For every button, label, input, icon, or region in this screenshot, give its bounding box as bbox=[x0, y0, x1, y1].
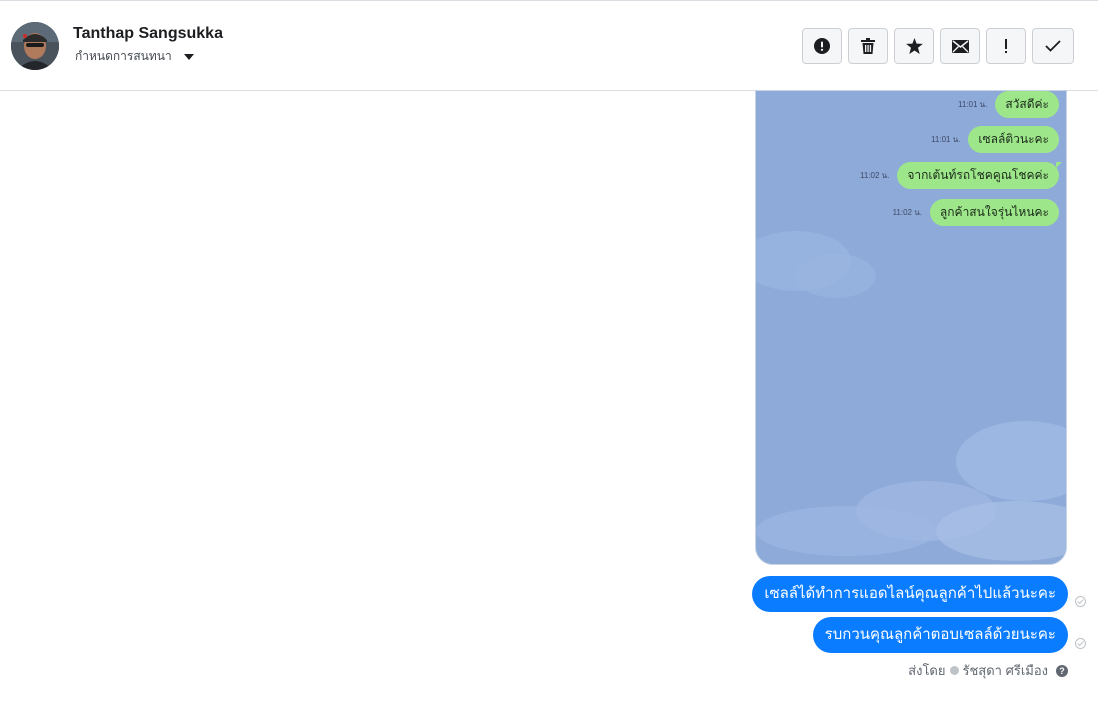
seen-check-icon bbox=[1075, 638, 1086, 649]
sender-name: รัชสุดา ศรีเมือง bbox=[962, 663, 1049, 678]
sent-by-label: ส่งโดย bbox=[908, 663, 946, 678]
done-button[interactable] bbox=[1032, 28, 1074, 64]
avatar[interactable] bbox=[11, 22, 59, 70]
sent-by-info: ส่งโดย รัชสุดา ศรีเมือง ? bbox=[908, 660, 1068, 681]
message-bubble: จากเต้นท์รถโชคคูณโชคค่ะ bbox=[897, 162, 1062, 189]
message-bubble: ลูกค้าสนใจรุ่นไหนคะ bbox=[929, 199, 1059, 226]
help-icon[interactable]: ? bbox=[1056, 664, 1068, 677]
assign-conversation-dropdown[interactable]: กำหนดการสนทนา bbox=[75, 47, 194, 66]
action-toolbar bbox=[802, 28, 1074, 64]
line-message: 11:01 น. สวัสดีค่ะ bbox=[958, 91, 1059, 118]
spam-button[interactable] bbox=[802, 28, 842, 64]
verified-icon bbox=[949, 666, 959, 675]
alert-circle-icon bbox=[814, 38, 830, 54]
envelope-icon bbox=[951, 39, 969, 53]
message-time: 11:01 น. bbox=[958, 100, 988, 109]
line-chat-screenshot[interactable]: 11:01 น. สวัสดีค่ะ 11:01 น. เซลล์ติวนะคะ… bbox=[755, 90, 1067, 565]
message-time: 11:02 น. bbox=[892, 208, 922, 217]
chevron-down-icon bbox=[183, 54, 194, 60]
line-message: 11:02 น. จากเต้นท์รถโชคคูณโชคค่ะ bbox=[860, 162, 1062, 189]
conversation-header: Tanthap Sangsukka กำหนดการสนทนา bbox=[0, 1, 1098, 91]
contact-name[interactable]: Tanthap Sangsukka bbox=[73, 25, 223, 43]
message-time: 11:01 น. bbox=[931, 135, 961, 144]
mark-unread-button[interactable] bbox=[940, 28, 980, 64]
seen-check-icon bbox=[1075, 596, 1086, 607]
trash-icon bbox=[861, 38, 875, 54]
line-message: 11:01 น. เซลล์ติวนะคะ bbox=[931, 126, 1059, 153]
message-bubble: เซลล์ติวนะคะ bbox=[968, 126, 1059, 153]
star-icon bbox=[905, 38, 923, 54]
exclamation-icon bbox=[1005, 39, 1007, 53]
follow-up-button[interactable] bbox=[986, 28, 1026, 64]
outgoing-message[interactable]: รบกวนคุณลูกค้าตอบเซลล์ด้วยนะคะ bbox=[812, 617, 1068, 653]
star-button[interactable] bbox=[894, 28, 934, 64]
message-bubble: สวัสดีค่ะ bbox=[995, 91, 1059, 118]
delete-button[interactable] bbox=[848, 28, 888, 64]
check-icon bbox=[1045, 40, 1061, 52]
assign-label: กำหนดการสนทนา bbox=[75, 49, 172, 63]
message-time: 11:02 น. bbox=[860, 171, 890, 180]
line-message: 11:02 น. ลูกค้าสนใจรุ่นไหนคะ bbox=[893, 199, 1059, 226]
outgoing-message[interactable]: เซลล์ได้ทำการแอดไลน์คุณลูกค้าไปแล้วนะคะ bbox=[752, 576, 1068, 612]
